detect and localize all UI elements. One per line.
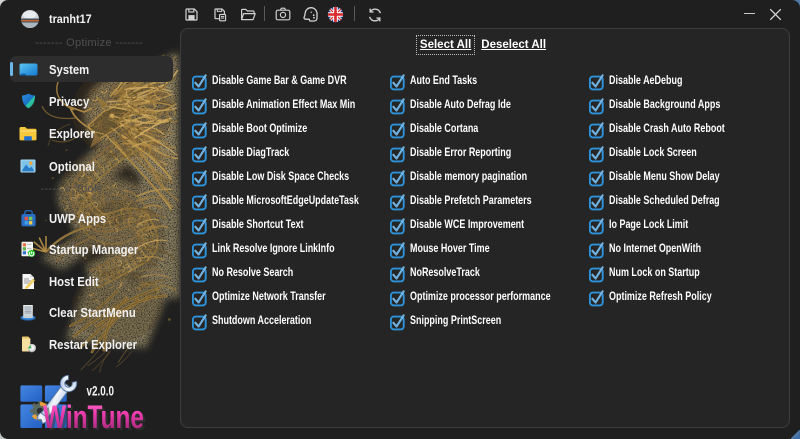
svg-text:v2.0.0: v2.0.0 bbox=[87, 384, 115, 399]
svg-text:WinTune: WinTune bbox=[43, 399, 144, 435]
